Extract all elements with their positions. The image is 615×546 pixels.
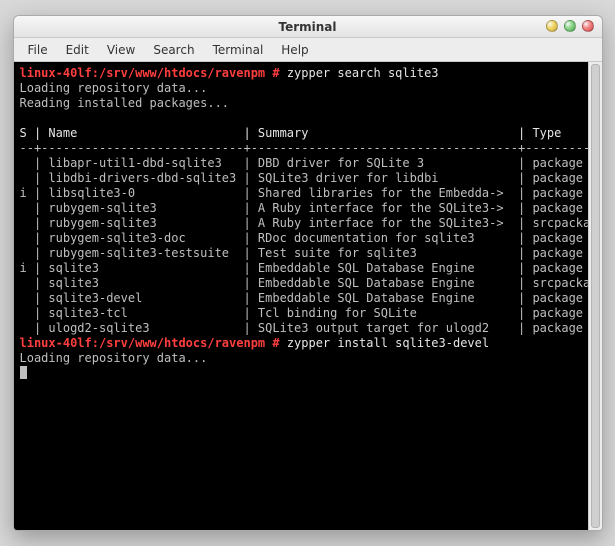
scrollbar[interactable]	[588, 62, 602, 530]
scrollbar-thumb[interactable]	[591, 64, 600, 528]
menu-help[interactable]: Help	[273, 41, 316, 59]
menubar: File Edit View Search Terminal Help	[14, 38, 602, 62]
window-title: Terminal	[278, 20, 336, 34]
maximize-button[interactable]	[564, 20, 576, 32]
titlebar: Terminal	[14, 16, 602, 38]
minimize-button[interactable]	[546, 20, 558, 32]
menu-file[interactable]: File	[20, 41, 56, 59]
terminal-window: Terminal File Edit View Search Terminal …	[13, 15, 603, 531]
menu-terminal[interactable]: Terminal	[205, 41, 272, 59]
menu-search[interactable]: Search	[145, 41, 202, 59]
menu-edit[interactable]: Edit	[58, 41, 97, 59]
close-button[interactable]	[582, 20, 594, 32]
content-wrap: linux-40lf:/srv/www/htdocs/ravenpm # zyp…	[14, 62, 602, 530]
menu-view[interactable]: View	[99, 41, 143, 59]
window-controls	[546, 20, 594, 32]
terminal-viewport[interactable]: linux-40lf:/srv/www/htdocs/ravenpm # zyp…	[14, 62, 588, 530]
